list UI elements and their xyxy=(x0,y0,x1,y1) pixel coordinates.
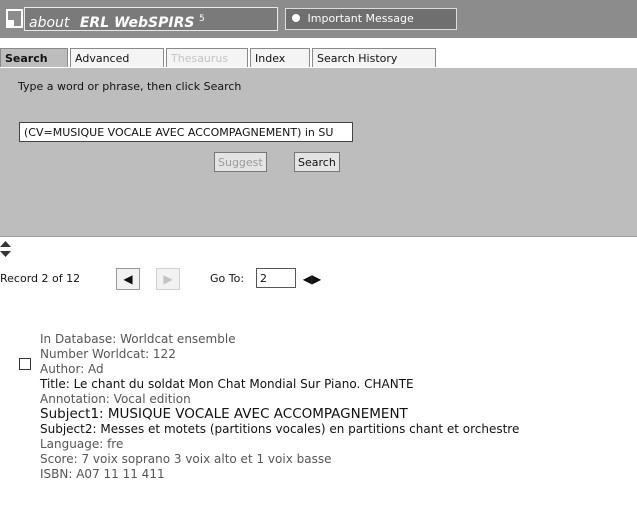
goto-button[interactable]: ◀▶ xyxy=(300,268,324,290)
record-author: Author: Ad xyxy=(40,362,104,376)
goto-arrows-icon: ◀▶ xyxy=(302,272,322,286)
arrow-left-icon: ◀ xyxy=(123,272,133,286)
tab-search-history[interactable]: Search History xyxy=(312,48,436,67)
bullet-icon xyxy=(292,14,300,22)
record-database: In Database: Worldcat ensemble xyxy=(40,332,236,346)
record-counter: Record 2 of 12 xyxy=(0,272,81,285)
tab-advanced[interactable]: Advanced xyxy=(70,48,164,67)
record-annotation: Annotation: Vocal edition xyxy=(40,392,191,406)
record-navigation: Record 2 of 12 ◀ ▶ Go To: 2 ◀▶ xyxy=(0,266,637,294)
record-number: Number Worldcat: 122 xyxy=(40,347,176,361)
record-details: In Database: Worldcat ensemble Number Wo… xyxy=(40,332,519,482)
tab-search[interactable]: Search xyxy=(0,48,68,67)
top-bar: about ERL WebSPIRS 5 Important Message xyxy=(0,0,637,38)
arrow-right-icon: ▶ xyxy=(163,272,173,286)
search-input[interactable]: (CV=MUSIQUE VOCALE AVEC ACCOMPAGNEMENT) … xyxy=(19,122,353,142)
brand-banner[interactable]: about ERL WebSPIRS 5 xyxy=(24,7,278,31)
record-subject2: Subject2: Messes et motets (partitions v… xyxy=(40,422,520,436)
important-message-button[interactable]: Important Message xyxy=(285,8,457,30)
about-link[interactable]: about xyxy=(29,15,69,30)
divider xyxy=(0,236,637,237)
resize-handle-icon[interactable] xyxy=(0,241,11,257)
goto-input[interactable]: 2 xyxy=(256,268,296,288)
tab-label: Advanced xyxy=(75,52,130,65)
record-score: Score: 7 voix soprano 3 voix alto et 1 v… xyxy=(40,452,332,466)
previous-record-button[interactable]: ◀ xyxy=(116,268,140,290)
tab-label: Thesaurus xyxy=(171,52,229,65)
tab-index[interactable]: Index xyxy=(250,48,310,67)
next-record-button: ▶ xyxy=(156,268,180,290)
brand-version: 5 xyxy=(198,14,205,24)
tab-bar: Search Advanced Thesaurus Index Search H… xyxy=(0,48,637,68)
tab-label: Index xyxy=(255,52,286,65)
logo-icon xyxy=(6,9,23,28)
tab-label: Search xyxy=(5,52,48,65)
record-isbn: ISBN: A07 11 11 411 xyxy=(40,467,165,481)
search-prompt: Type a word or phrase, then click Search xyxy=(18,80,242,93)
record-subject1: Subject1: MUSIQUE VOCALE AVEC ACCOMPAGNE… xyxy=(40,406,408,422)
tab-label: Search History xyxy=(317,52,398,65)
goto-label: Go To: xyxy=(210,272,245,285)
record-checkbox[interactable] xyxy=(19,358,31,370)
important-message-label: Important Message xyxy=(307,12,414,25)
suggest-button[interactable]: Suggest xyxy=(214,152,267,172)
record-title: Title: Le chant du soldat Mon Chat Mondi… xyxy=(40,377,414,391)
tab-thesaurus: Thesaurus xyxy=(166,48,248,67)
brand-name: ERL WebSPIRS xyxy=(79,14,195,31)
search-button[interactable]: Search xyxy=(294,152,340,172)
record-language: Language: fre xyxy=(40,437,124,451)
